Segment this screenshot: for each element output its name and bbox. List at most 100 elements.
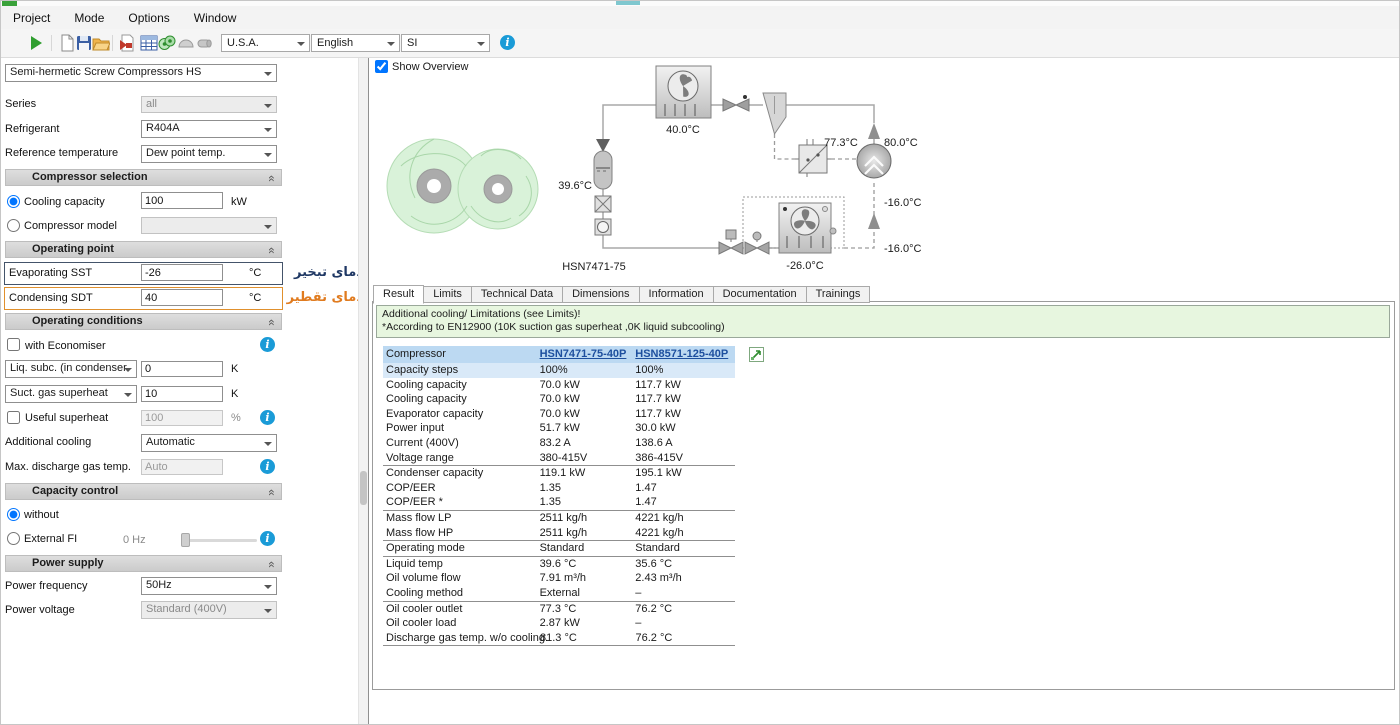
section-title: Operating conditions [32,315,143,327]
suction-superheat-select[interactable]: Suct. gas superheat [5,385,137,403]
collapse-chevron-icon[interactable]: « [264,247,279,254]
info-icon[interactable]: i [260,459,275,474]
without-radio[interactable] [7,508,20,521]
solenoid-valve-icon [719,230,743,254]
frequency-slider-track[interactable] [181,539,257,542]
series-select: all [141,96,277,113]
results-table: Compressor HSN7471-75-40P HSN8571-125-40… [383,346,735,646]
info-icon[interactable]: i [260,531,275,546]
additional-cooling-select[interactable]: Automatic [141,434,277,452]
eco-rotors-icon[interactable] [158,34,176,52]
section-operating-point[interactable]: Operating point« [5,241,282,258]
power-frequency-select[interactable]: 50Hz [141,577,277,595]
tab-documentation[interactable]: Documentation [714,286,807,303]
section-capacity-control[interactable]: Capacity control« [5,483,282,500]
export-table-icon[interactable] [749,347,764,362]
cooling-capacity-radio[interactable] [7,195,20,208]
tab-result[interactable]: Result [373,285,424,304]
compressor-model-radio[interactable] [7,219,20,232]
sidebar: Semi-hermetic Screw Compressors HS Serie… [1,58,359,725]
tab-technical-data[interactable]: Technical Data [472,286,563,303]
region-select[interactable]: U.S.A. [221,34,310,52]
sidebar-scrollbar[interactable] [358,58,368,725]
collapse-chevron-icon[interactable]: « [264,175,279,182]
condensing-sdt-unit: °C [249,292,261,304]
section-operating-conditions[interactable]: Operating conditions « [5,313,282,330]
chevron-down-icon [264,72,272,76]
chevron-down-icon [387,42,395,46]
info-icon[interactable]: i [500,35,515,50]
compressor-link-2[interactable]: HSN8571-125-40P [635,348,728,360]
section-title: Compressor selection [32,171,148,183]
chevron-down-icon [297,42,305,46]
menu-window[interactable]: Window [182,7,249,29]
liq-subcooling-input[interactable] [141,361,223,377]
product-family-select[interactable]: Semi-hermetic Screw Compressors HS [5,64,277,82]
max-discharge-label: Max. discharge gas temp. [5,461,131,473]
chevron-down-icon [124,393,132,397]
save-icon[interactable] [75,34,93,52]
chevron-down-icon [264,442,272,446]
condensing-sdt-label: Condensing SDT [9,292,93,304]
oil-separator-icon [763,93,786,134]
reference-temperature-select[interactable]: Dew point temp. [141,145,277,163]
tab-trainings[interactable]: Trainings [807,286,871,303]
evaporating-annotation: دمای تبخیر [287,265,363,280]
spreadsheet-icon[interactable] [140,34,158,52]
collapse-chevron-icon[interactable]: « [264,489,279,496]
scrollbar-thumb[interactable] [360,471,367,505]
table-row: Discharge gas temp. w/o cooling.81.3 °C7… [383,631,735,647]
chevron-down-icon [477,42,485,46]
external-fi-radio[interactable] [7,532,20,545]
condensing-sdt-input[interactable] [141,289,223,306]
tab-limits[interactable]: Limits [424,286,472,303]
tab-information[interactable]: Information [640,286,714,303]
section-power-supply[interactable]: Power supply« [5,555,282,572]
menu-options[interactable]: Options [116,7,181,29]
units-select[interactable]: SI [401,34,490,52]
table-row: COP/EER1.351.47 [383,481,735,496]
table-row: Oil cooler outlet77.3 °C76.2 °C [383,602,735,617]
window-title-mark [616,1,640,5]
evaporating-sst-input[interactable] [141,264,223,281]
discharge-arrow-icon [868,123,880,139]
table-row: Oil cooler load2.87 kW– [383,616,735,631]
run-icon[interactable] [27,34,45,52]
info-icon[interactable]: i [260,337,275,352]
evaporating-sst-unit: °C [249,267,261,279]
check-valve-icon [596,139,610,152]
useful-superheat-checkbox[interactable] [7,411,20,424]
condenser-dome-icon[interactable] [177,34,195,52]
menu-project[interactable]: Project [1,7,62,29]
limits-notice: Additional cooling/ Limitations (see Lim… [376,305,1390,338]
refrigeration-circuit-diagram: 40.0°C 39.6°C 77.3°C 80.0°C -16.0°C -16.… [371,56,1011,296]
expansion-valve-icon [745,232,769,254]
economiser-checkbox[interactable] [7,338,20,351]
refrigerant-select[interactable]: R404A [141,120,277,138]
section-compressor-selection[interactable]: Compressor selection « [5,169,282,186]
reference-temperature-label: Reference temperature [5,147,118,159]
menu-mode[interactable]: Mode [62,7,116,29]
language-select[interactable]: English [311,34,400,52]
open-folder-icon[interactable] [92,34,110,52]
suction-superheat-value: Suct. gas superheat [10,387,108,399]
frequency-slider-thumb[interactable] [181,533,190,547]
cooling-capacity-input[interactable] [141,192,223,209]
pdf-export-icon[interactable] [117,34,135,52]
condenser-icon [656,66,711,118]
info-icon[interactable]: i [260,410,275,425]
liq-subcooling-select[interactable]: Liq. subc. (in condenser [5,360,137,378]
refrigerant-label: Refrigerant [5,123,59,135]
collapse-chevron-icon[interactable]: « [264,319,279,326]
suction-superheat-input[interactable] [141,386,223,402]
series-value: all [146,98,157,110]
receiver-tank-icon[interactable] [195,34,213,52]
collapse-chevron-icon[interactable]: « [264,561,279,568]
panel-divider [368,58,369,725]
compressor-link-1[interactable]: HSN7471-75-40P [540,348,627,360]
power-frequency-label: Power frequency [5,580,88,592]
tab-dimensions[interactable]: Dimensions [563,286,639,303]
oil-cooler-temp-label: 77.3°C [824,137,858,149]
new-document-icon[interactable] [58,34,76,52]
table-row: Condenser capacity119.1 kW195.1 kW [383,466,735,481]
